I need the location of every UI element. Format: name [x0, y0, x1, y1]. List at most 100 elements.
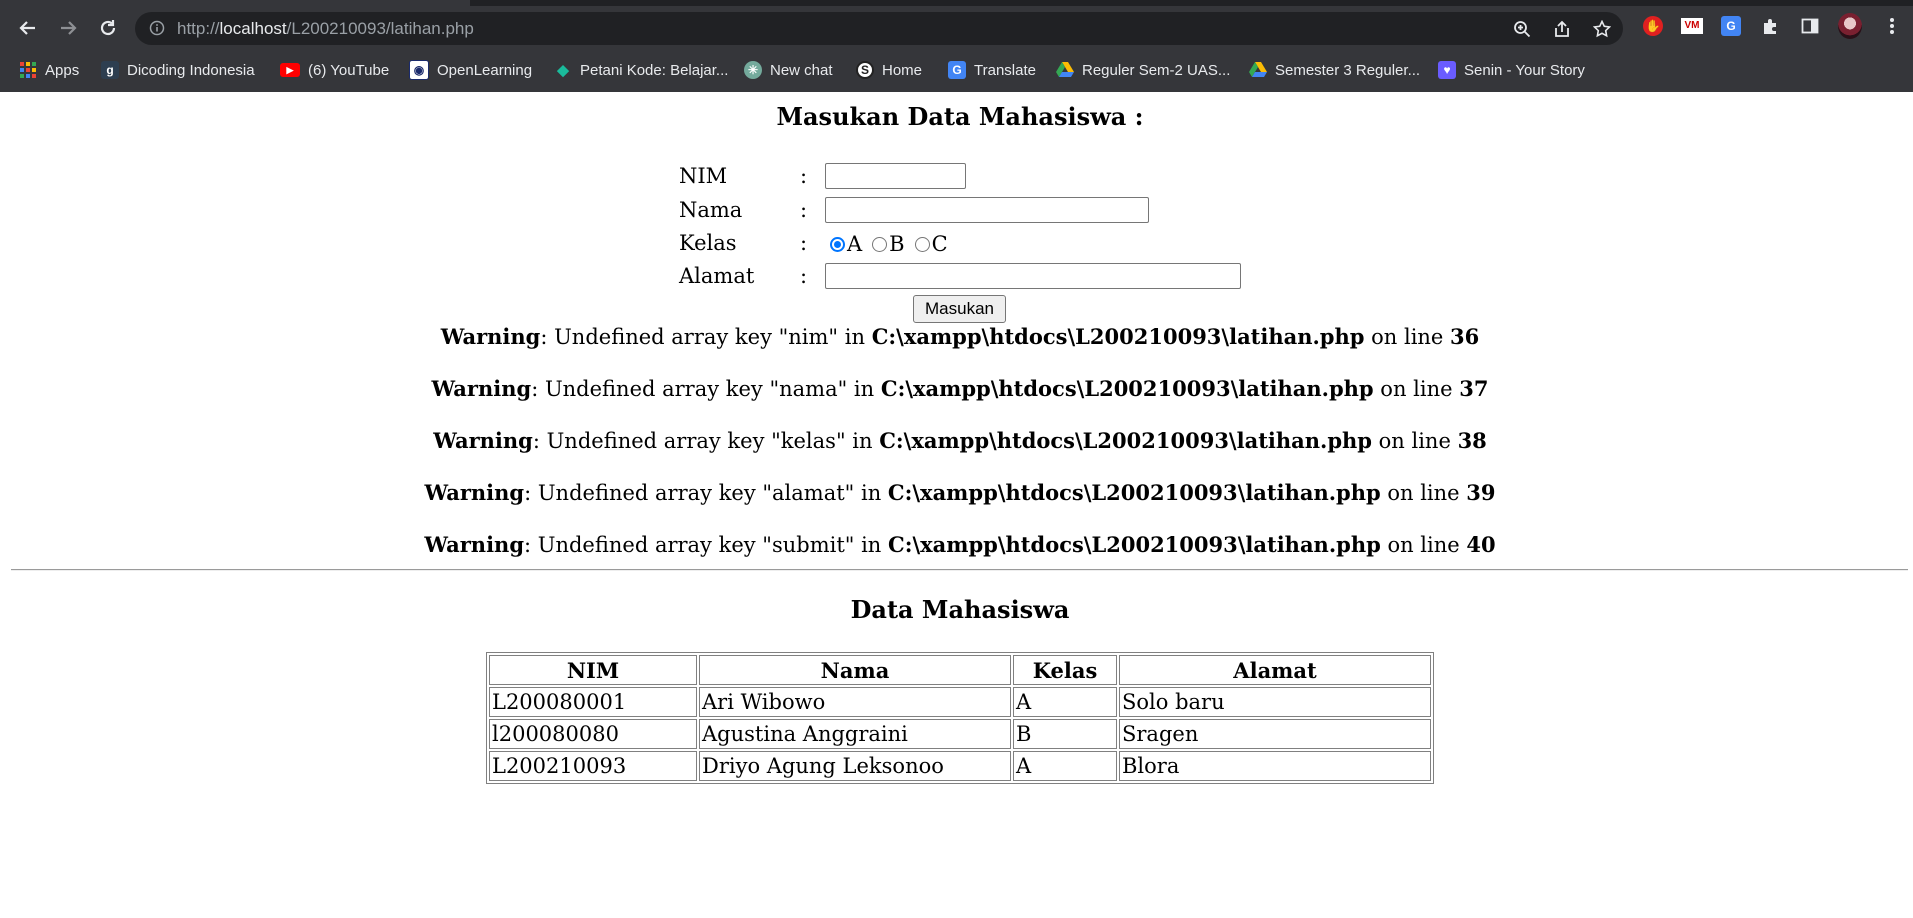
- cell-kelas: B: [1013, 719, 1117, 749]
- home-s-icon: S: [856, 61, 874, 79]
- nama-input[interactable]: [825, 197, 1149, 223]
- site-info-icon[interactable]: [149, 20, 165, 36]
- kelas-radio-c[interactable]: [914, 236, 930, 252]
- petanikode-icon: ◆: [557, 62, 569, 79]
- back-arrow-icon: [19, 21, 35, 35]
- cell-nim: L200210093: [489, 751, 697, 781]
- php-warning: Warning: Undefined array key "nim" in C:…: [0, 324, 1913, 349]
- chrome-menu-icon[interactable]: [1880, 14, 1904, 38]
- bookmark-reguler-sem2[interactable]: Reguler Sem-2 UAS...: [1056, 58, 1230, 82]
- warning-file: C:\xampp\htdocs\L200210093\latihan.php: [887, 480, 1381, 505]
- warning-message: : Undefined array key "submit" in: [524, 533, 889, 557]
- warning-label: Warning: [424, 532, 525, 557]
- share-icon[interactable]: [1553, 20, 1571, 38]
- bookmark-apps[interactable]: Apps: [19, 58, 79, 82]
- kelas-option-label: B: [889, 232, 905, 256]
- reload-icon: [100, 20, 116, 36]
- google-drive-icon: [1249, 62, 1267, 77]
- back-button[interactable]: [12, 12, 44, 44]
- youtube-icon: ▶: [280, 63, 300, 77]
- warning-label: Warning: [431, 376, 532, 401]
- kelas-radio-group: A B C: [830, 232, 958, 256]
- bookmark-translate[interactable]: G Translate: [948, 58, 1036, 82]
- bookmark-star-icon[interactable]: [1593, 20, 1611, 38]
- google-translate-extension-icon[interactable]: G: [1719, 14, 1743, 38]
- kelas-option-label: C: [931, 232, 948, 256]
- side-panel-icon[interactable]: [1798, 14, 1822, 38]
- warning-file: C:\xampp\htdocs\L200210093\latihan.php: [871, 324, 1365, 349]
- zoom-icon[interactable]: [1513, 20, 1531, 38]
- heart-icon: ♥: [1438, 61, 1456, 79]
- cell-nama: Agustina Anggraini: [699, 719, 1011, 749]
- bookmark-dicoding[interactable]: g Dicoding Indonesia: [101, 58, 255, 82]
- kelas-colon: :: [800, 231, 808, 255]
- php-warning: Warning: Undefined array key "submit" in…: [0, 532, 1913, 557]
- bookmark-openlearning[interactable]: ◉ OpenLearning: [409, 58, 532, 82]
- bookmark-petanikode[interactable]: ◆ Petani Kode: Belajar...: [554, 58, 728, 82]
- horizontal-divider: [11, 569, 1908, 571]
- warning-line-number: 39: [1466, 480, 1496, 505]
- warning-file: C:\xampp\htdocs\L200210093\latihan.php: [888, 532, 1381, 557]
- nama-label: Nama: [679, 198, 743, 222]
- alamat-input[interactable]: [825, 263, 1241, 289]
- bookmark-label: Reguler Sem-2 UAS...: [1082, 61, 1231, 79]
- active-tab[interactable]: [0, 0, 470, 6]
- bookmark-youtube[interactable]: ▶ (6) YouTube: [280, 58, 389, 82]
- masukan-submit-button[interactable]: Masukan: [913, 295, 1006, 323]
- chatgpt-icon: ✳: [744, 61, 762, 79]
- bookmark-senin-your-story[interactable]: ♥ Senin - Your Story: [1438, 58, 1585, 82]
- cell-nim: L200080001: [489, 687, 697, 717]
- cell-nama: Ari Wibowo: [699, 687, 1011, 717]
- warning-label: Warning: [440, 324, 541, 349]
- warning-line-number: 36: [1450, 324, 1480, 349]
- warning-file: C:\xampp\htdocs\L200210093\latihan.php: [880, 376, 1374, 401]
- nim-input[interactable]: [825, 163, 966, 189]
- bookmark-label: (6) YouTube: [308, 61, 390, 79]
- nim-label: NIM: [679, 164, 728, 188]
- forward-button[interactable]: [52, 12, 84, 44]
- php-warning: Warning: Undefined array key "alamat" in…: [0, 480, 1913, 505]
- warning-message: : Undefined array key "kelas" in: [532, 429, 880, 453]
- warning-on-line: on line: [1371, 429, 1458, 453]
- cell-nim: l200080080: [489, 719, 697, 749]
- php-warning: Warning: Undefined array key "kelas" in …: [0, 428, 1913, 453]
- bookmark-home[interactable]: S Home: [856, 58, 922, 82]
- nim-colon: :: [800, 164, 808, 188]
- google-drive-icon: [1056, 62, 1074, 77]
- profile-avatar[interactable]: [1838, 13, 1862, 39]
- url-scheme: http://: [177, 19, 220, 38]
- warning-on-line: on line: [1364, 325, 1451, 349]
- tab-strip: [0, 0, 1913, 6]
- cell-alamat: Blora: [1119, 751, 1431, 781]
- column-header-kelas: Kelas: [1013, 655, 1117, 685]
- bookmark-label: Petani Kode: Belajar...: [580, 61, 729, 79]
- mahasiswa-table: NIM Nama Kelas Alamat L200080001 Ari Wib…: [486, 652, 1434, 784]
- alamat-label: Alamat: [679, 264, 755, 288]
- warning-message: : Undefined array key "alamat" in: [524, 481, 888, 505]
- google-translate-icon: G: [948, 61, 966, 79]
- form-heading: Masukan Data Mahasiswa :: [776, 102, 1144, 131]
- kelas-radio-a[interactable]: [830, 236, 845, 252]
- bookmark-label: Semester 3 Reguler...: [1275, 61, 1421, 79]
- bookmarks-bar: Apps g Dicoding Indonesia ▶ (6) YouTube …: [0, 52, 1913, 88]
- reload-button[interactable]: [92, 12, 124, 44]
- kelas-radio-b[interactable]: [872, 236, 888, 252]
- table-row: L200080001 Ari Wibowo A Solo baru: [489, 687, 1431, 717]
- adblock-extension-icon[interactable]: ✋: [1641, 14, 1665, 38]
- nama-colon: :: [800, 198, 808, 222]
- url-text[interactable]: http://localhost/L200210093/latihan.php: [177, 19, 474, 39]
- kelas-option-label: A: [847, 232, 863, 256]
- cell-kelas: A: [1013, 751, 1117, 781]
- vm-extension-icon[interactable]: VM: [1680, 14, 1704, 38]
- bookmark-new-chat[interactable]: ✳ New chat: [744, 58, 833, 82]
- bookmark-semester3[interactable]: Semester 3 Reguler...: [1249, 58, 1420, 82]
- php-warning: Warning: Undefined array key "nama" in C…: [0, 376, 1913, 401]
- warning-line-number: 40: [1466, 532, 1496, 557]
- address-bar[interactable]: http://localhost/L200210093/latihan.php: [135, 12, 1623, 45]
- cell-alamat: Solo baru: [1119, 687, 1431, 717]
- kelas-label: Kelas: [679, 231, 737, 255]
- page-content: Masukan Data Mahasiswa : NIM : Nama : Ke…: [0, 92, 1913, 918]
- extensions-puzzle-icon[interactable]: [1759, 14, 1783, 38]
- warning-message: : Undefined array key "nim" in: [540, 325, 872, 349]
- openlearning-icon: ◉: [409, 60, 429, 80]
